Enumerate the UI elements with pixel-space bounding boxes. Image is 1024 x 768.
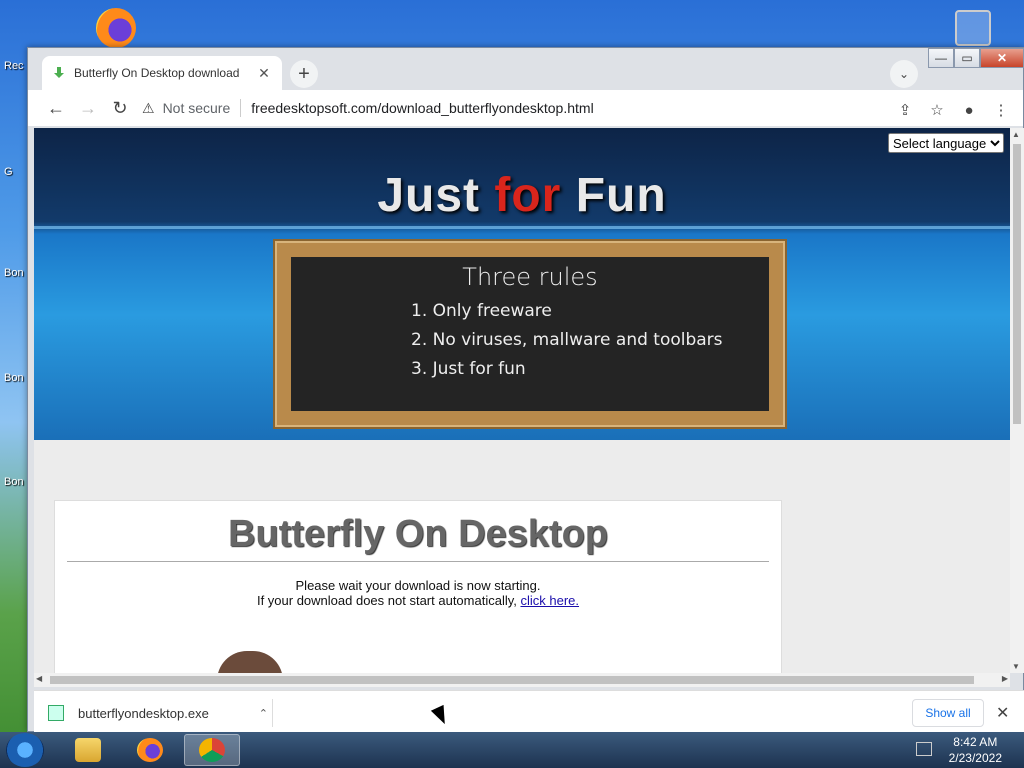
warning-icon[interactable]: ⚠ [142, 100, 155, 117]
chrome-icon [199, 738, 225, 762]
site-banner: Just for Fun Select language Three rules… [34, 128, 1010, 440]
desktop-label-bon-1[interactable]: Bon [4, 267, 24, 279]
tab-close-icon[interactable]: ✕ [256, 65, 272, 82]
download-divider [272, 699, 273, 727]
vertical-scroll-thumb[interactable] [1013, 144, 1021, 424]
url-text[interactable]: freedesktopsoft.com/download_butterflyon… [251, 100, 593, 116]
headline-fun: Fun [561, 169, 667, 222]
minimize-button[interactable]: — [928, 48, 954, 68]
fallback-line: If your download does not start automati… [55, 593, 781, 608]
download-bar: butterflyondesktop.exe ⌃ Show all ✕ [34, 690, 1024, 733]
forward-icon[interactable]: → [72, 92, 104, 124]
scroll-right-icon[interactable]: ▶ [1002, 674, 1008, 683]
horizontal-scrollbar[interactable]: ◀ ▶ [34, 673, 1010, 687]
browser-toolbar: ← → ↻ ⚠ Not secure freedesktopsoft.com/d… [28, 90, 1023, 126]
tab-title: Butterfly On Desktop download [74, 66, 240, 80]
share-icon[interactable]: ⇪ [889, 94, 921, 126]
firefox-desktop-icon[interactable] [96, 8, 136, 48]
rule-item: 2. No viruses, mallware and toolbars [411, 330, 723, 350]
character-image [217, 651, 283, 673]
click-here-link[interactable]: click here. [520, 593, 579, 608]
tab-search-icon[interactable]: ⌄ [890, 60, 918, 88]
desktop-label-bon-3[interactable]: Bon [4, 476, 24, 488]
rule-item: 3. Just for fun [411, 359, 526, 379]
address-bar[interactable]: ⚠ Not secure freedesktopsoft.com/downloa… [142, 94, 892, 122]
app-title: Butterfly On Desktop [227, 513, 609, 555]
bookmark-star-icon[interactable]: ☆ [921, 94, 953, 126]
maximize-button[interactable]: ▭ [954, 48, 980, 68]
close-window-button[interactable]: ✕ [980, 48, 1024, 68]
desktop-file-icon[interactable] [955, 10, 991, 46]
network-tray-icon[interactable] [916, 742, 932, 756]
desktop-label-recycle[interactable]: Rec [4, 60, 24, 72]
vertical-scrollbar[interactable]: ▲ ▼ [1010, 128, 1024, 673]
folder-icon [75, 738, 101, 762]
scroll-up-icon[interactable]: ▲ [1012, 130, 1020, 139]
chalkboard-slate: Three rules 1. Only freeware 2. No virus… [291, 257, 769, 411]
menu-icon[interactable]: ⋮ [985, 94, 1017, 126]
reload-icon[interactable]: ↻ [104, 92, 136, 124]
scroll-left-icon[interactable]: ◀ [36, 674, 42, 683]
headline-just: Just [377, 169, 495, 222]
rule-item: 1. Only freeware [411, 301, 552, 321]
explorer-taskbar-button[interactable] [60, 734, 116, 766]
wait-text: Please wait your download is now startin… [295, 578, 541, 593]
download-favicon-icon [54, 67, 64, 78]
system-clock[interactable]: 8:42 AM 2/23/2022 [949, 734, 1002, 766]
profile-icon[interactable]: ● [953, 94, 985, 126]
tab-butterfly[interactable]: Butterfly On Desktop download ✕ [42, 56, 282, 90]
new-tab-button[interactable]: + [290, 60, 318, 88]
rules-list: 1. Only freeware 2. No viruses, mallware… [411, 297, 723, 384]
tab-strip: Butterfly On Desktop download ✕ + ⌄ — ▭ … [28, 48, 1024, 90]
board-title: Three rules [462, 263, 598, 291]
browser-window: Butterfly On Desktop download ✕ + ⌄ — ▭ … [27, 47, 1024, 733]
language-select[interactable]: Select language [888, 133, 1004, 153]
download-item[interactable]: butterflyondesktop.exe ⌃ [48, 699, 268, 727]
show-all-button[interactable]: Show all [912, 699, 984, 727]
scroll-down-icon[interactable]: ▼ [1012, 662, 1020, 671]
desktop-label-bon-2[interactable]: Bon [4, 372, 24, 384]
horizontal-scroll-thumb[interactable] [50, 676, 974, 684]
chrome-taskbar-button[interactable] [184, 734, 240, 766]
close-download-bar-icon[interactable]: ✕ [996, 703, 1009, 723]
security-status[interactable]: Not secure [163, 100, 231, 116]
clock-date: 2/23/2022 [948, 751, 1002, 765]
chalkboard: Three rules 1. Only freeware 2. No virus… [273, 239, 787, 429]
exe-file-icon [48, 705, 64, 721]
page-viewport: Just for Fun Select language Three rules… [34, 128, 1010, 673]
download-message: Please wait your download is now startin… [55, 578, 781, 608]
clock-time: 8:42 AM [953, 735, 998, 749]
download-filename: butterflyondesktop.exe [78, 705, 209, 721]
chevron-up-icon[interactable]: ⌃ [259, 707, 268, 720]
back-icon[interactable]: ← [40, 92, 72, 124]
firefox-icon [137, 738, 163, 762]
omnibox-divider [240, 99, 242, 117]
fallback-text: If your download does not start automati… [256, 593, 521, 608]
site-headline: Just for Fun [34, 168, 1010, 223]
firefox-taskbar-button[interactable] [122, 734, 178, 766]
start-button[interactable] [6, 733, 44, 767]
headline-for: for [494, 169, 562, 222]
title-divider [67, 561, 769, 562]
desktop-label-g[interactable]: G [4, 166, 13, 178]
taskbar: 8:42 AM 2/23/2022 [0, 732, 1024, 768]
download-card: Butterfly On Desktop Please wait your do… [54, 500, 782, 673]
